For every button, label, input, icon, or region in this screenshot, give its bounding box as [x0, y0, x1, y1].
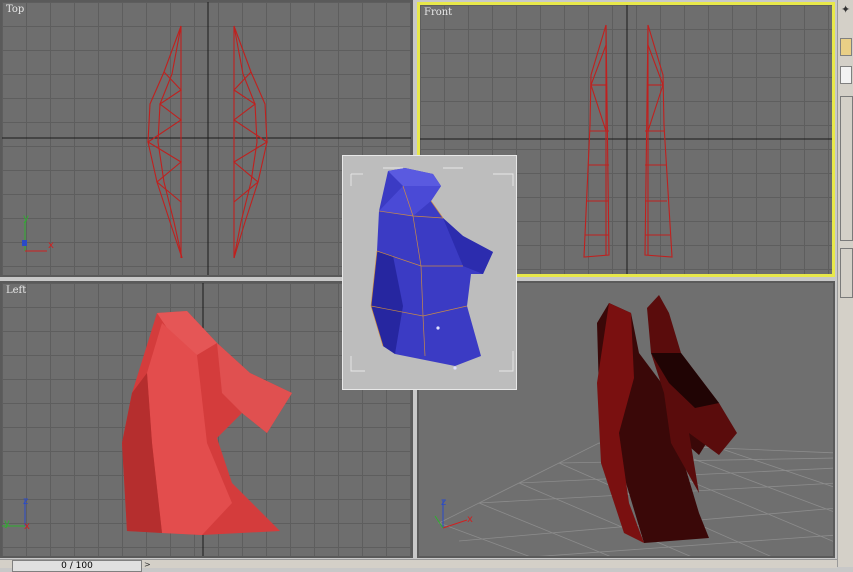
axis-z-label-persp: z — [441, 497, 446, 508]
rollout-frame-2 — [840, 248, 853, 298]
command-panel[interactable]: ✦ — [837, 0, 853, 567]
command-panel-tab-icon[interactable]: ✦ — [841, 3, 850, 16]
time-slider[interactable]: 0 / 100 — [12, 560, 142, 572]
axis-y-label-left: y — [4, 518, 10, 529]
blue-model-preview — [350, 167, 514, 372]
axis-z-label: z — [23, 496, 28, 507]
axis-x-label-persp: x — [467, 514, 473, 525]
axis-y-label: y — [23, 213, 29, 224]
panel-button-2[interactable] — [840, 66, 852, 84]
time-next-icon[interactable]: > — [144, 560, 151, 569]
render-preview-inset — [342, 155, 517, 390]
svg-text:x: x — [24, 521, 30, 532]
panel-button-1[interactable] — [840, 38, 852, 56]
rollout-frame — [840, 96, 853, 241]
axis-x-label: x — [48, 240, 54, 251]
